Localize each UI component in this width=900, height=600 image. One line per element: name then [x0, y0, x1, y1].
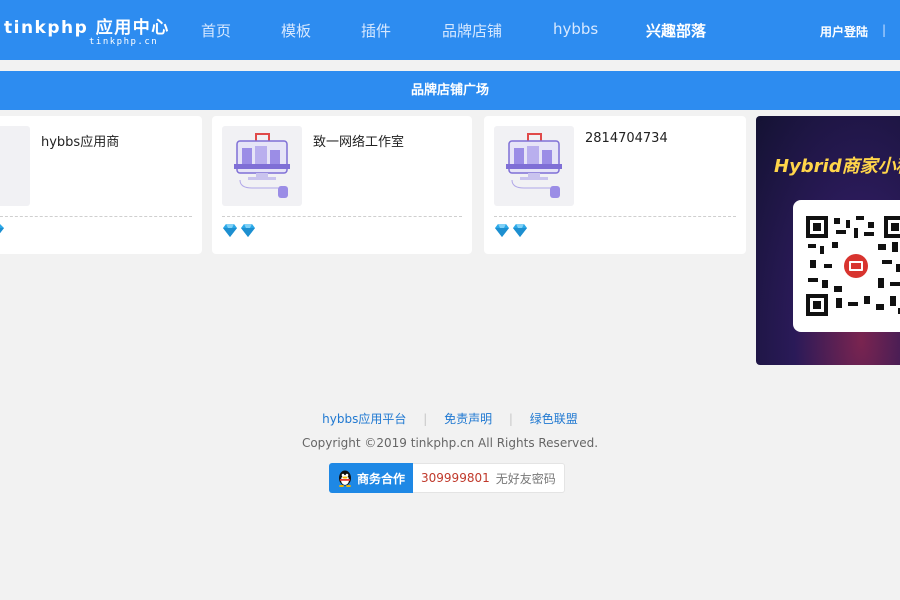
diamond-icon [241, 224, 255, 237]
nav-home[interactable]: 首页 [201, 20, 231, 41]
card-divider [494, 216, 736, 217]
store-card[interactable]: 致一网络工作室 [212, 116, 472, 254]
store-rating-gems [222, 224, 256, 240]
store-name[interactable]: 2814704734 [585, 131, 668, 146]
footer-separator: | [423, 412, 428, 426]
card-divider [222, 216, 462, 217]
qr-code-icon [806, 216, 900, 316]
business-cooperation-label: 商务合作 [357, 471, 406, 486]
miniprogram-qr-banner[interactable]: Hybrid商家小程 [756, 116, 900, 365]
card-divider [0, 216, 192, 217]
shop-illustration-icon [234, 133, 290, 198]
site-logo-domain: tinkphp.cn [89, 37, 159, 47]
qr-code [793, 200, 900, 332]
shop-illustration-icon [506, 133, 562, 198]
login-link[interactable]: 用户登陆 [820, 23, 868, 40]
store-rating-gems [0, 224, 4, 240]
store-thumbnail [0, 126, 30, 206]
footer-link-disclaimer[interactable]: 免责声明 [444, 412, 492, 426]
store-thumbnail [494, 126, 574, 206]
diamond-icon [0, 224, 4, 234]
footer-separator: | [508, 412, 513, 426]
qr-banner-title: Hybrid商家小程 [774, 156, 900, 177]
store-name[interactable]: hybbs应用商 [41, 131, 119, 150]
store-rating-gems [494, 224, 528, 240]
store-thumbnail [222, 126, 302, 206]
nav-hybbs[interactable]: hybbs [553, 20, 598, 38]
footer-links: hybbs应用平台 | 免责声明 | 绿色联盟 [0, 410, 900, 427]
diamond-icon [513, 224, 527, 237]
nav-brand-stores[interactable]: 品牌店铺 [442, 20, 502, 41]
business-qq-tip: 无好友密码 [495, 471, 556, 486]
business-qq-info: 309999801 无好友密码 [413, 463, 565, 493]
nav-templates[interactable]: 模板 [281, 20, 311, 41]
store-card[interactable]: hybbs应用商 [0, 116, 202, 254]
diamond-icon [223, 224, 237, 237]
store-name[interactable]: 致一网络工作室 [313, 131, 404, 150]
business-contact: 商务合作 309999801 无好友密码 [329, 463, 565, 493]
site-logo[interactable]: tinkphp 应用中心 [4, 13, 170, 38]
nav-interest-tribe[interactable]: 兴趣部落 [646, 20, 706, 41]
footer-link-platform[interactable]: hybbs应用平台 [322, 412, 406, 426]
store-card[interactable]: 2814704734 [484, 116, 746, 254]
top-header: tinkphp 应用中心 tinkphp.cn 首页 模板 插件 品牌店铺 hy… [0, 0, 900, 60]
business-cooperation-button[interactable]: 商务合作 [329, 463, 414, 493]
copyright-text: Copyright ©2019 tinkphp.cn All Rights Re… [301, 436, 599, 450]
qq-penguin-icon [339, 470, 351, 487]
business-qq-number[interactable]: 309999801 [421, 471, 490, 485]
header-separator: | [882, 23, 887, 37]
section-title: 品牌店铺广场 [0, 71, 900, 110]
footer-link-green-alliance[interactable]: 绿色联盟 [530, 412, 578, 426]
nav-plugins[interactable]: 插件 [361, 20, 391, 41]
diamond-icon [495, 224, 509, 237]
